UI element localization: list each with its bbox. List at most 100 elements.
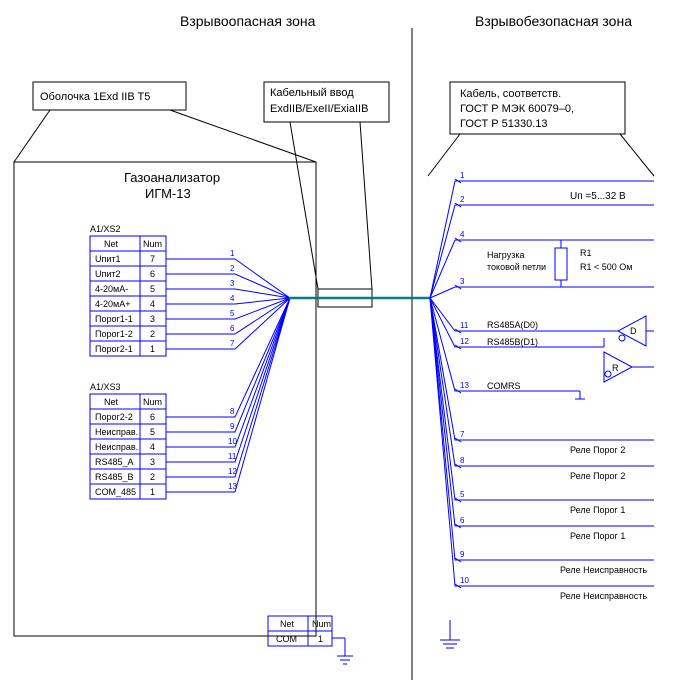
xs3-wires: 8 9 10 11 12 13 [166, 298, 290, 492]
zone-hazardous-label: Взрывоопасная зона [180, 13, 316, 29]
svg-text:RS485_A: RS485_A [95, 457, 134, 467]
svg-text:1: 1 [150, 487, 155, 497]
svg-text:D: D [630, 326, 637, 336]
svg-text:COMRS: COMRS [487, 381, 521, 391]
relay-ne-b: Реле Неисправность [560, 591, 647, 601]
cable-l3: ГОСТ Р 51330.13 [460, 118, 548, 130]
svg-text:6: 6 [230, 324, 235, 333]
analyzer-outline [14, 162, 316, 636]
svg-text:1: 1 [150, 344, 155, 354]
svg-text:11: 11 [460, 321, 469, 330]
relay-p2-b: Реле Порог 2 [570, 471, 625, 481]
relay-ne-a: Реле Неисправность [560, 565, 647, 575]
svg-text:RS485A(D0): RS485A(D0) [487, 320, 538, 330]
svg-text:5: 5 [230, 309, 235, 318]
svg-text:5: 5 [460, 490, 465, 499]
svg-text:Неисправ.: Неисправ. [95, 427, 138, 437]
svg-text:3: 3 [230, 279, 235, 288]
svg-text:Порог2-1: Порог2-1 [95, 344, 133, 354]
supply-label: Uп =5...32 В [570, 191, 626, 202]
gland-leader-l [290, 122, 318, 289]
svg-text:6: 6 [460, 516, 465, 525]
rs485-block: RS485A(D0) RS485B(D1) COMRS D R [487, 316, 654, 399]
zone-safe-label: Взрывобезопасная зона [475, 13, 632, 29]
xs2-ref: A1/XS2 [90, 224, 121, 234]
xs2-wires: 1 2 3 4 5 6 7 [166, 249, 290, 349]
svg-text:Num: Num [143, 397, 162, 407]
svg-text:токовой петли: токовой петли [487, 262, 546, 272]
svg-text:Net: Net [104, 239, 119, 249]
enclosure-leader-r [170, 110, 316, 162]
xs2-table: A1/XS2 Net Num Uпит1 7 Uпит2 6 4-20мА- 5 4-… [90, 224, 166, 356]
svg-text:1: 1 [230, 249, 235, 258]
svg-text:5: 5 [150, 284, 155, 294]
svg-text:12: 12 [460, 337, 469, 346]
relay-p1-a: Реле Порог 1 [570, 505, 625, 515]
svg-text:Порог1-1: Порог1-1 [95, 314, 133, 324]
svg-text:12: 12 [228, 467, 237, 476]
svg-text:Net: Net [280, 619, 295, 629]
cable-leader-l [428, 134, 460, 176]
svg-text:Num: Num [312, 619, 331, 629]
svg-text:RS485B(D1): RS485B(D1) [487, 337, 538, 347]
svg-text:Uпит2: Uпит2 [95, 269, 121, 279]
svg-text:1: 1 [460, 171, 465, 180]
relay-p1-b: Реле Порог 1 [570, 531, 625, 541]
svg-text:2: 2 [150, 472, 155, 482]
device-l2: ИГМ-13 [145, 186, 191, 201]
svg-text:4-20мА-: 4-20мА- [95, 284, 128, 294]
device-l1: Газоанализатор [124, 170, 220, 185]
svg-text:R1: R1 [580, 248, 592, 258]
svg-text:2: 2 [460, 195, 465, 204]
svg-text:2: 2 [150, 329, 155, 339]
svg-text:7: 7 [150, 254, 155, 264]
svg-text:2: 2 [230, 264, 235, 273]
svg-text:Неисправ.: Неисправ. [95, 442, 138, 452]
svg-text:13: 13 [228, 482, 237, 491]
svg-text:Num: Num [143, 239, 162, 249]
svg-text:4: 4 [230, 294, 235, 303]
svg-text:4: 4 [150, 299, 155, 309]
svg-text:R1 < 500 Ом: R1 < 500 Ом [580, 262, 632, 272]
svg-text:Uпит1: Uпит1 [95, 254, 121, 264]
current-loop-block: Нагрузка токовой петли R1 R1 < 500 Ом [487, 240, 632, 287]
safe-fanout: 1 2 4 3 11 12 13 7 8 5 6 9 10 [430, 171, 654, 586]
svg-text:3: 3 [150, 457, 155, 467]
relay-p2-a: Реле Порог 2 [570, 445, 625, 455]
svg-text:8: 8 [460, 456, 465, 465]
svg-text:Net: Net [104, 397, 119, 407]
svg-text:6: 6 [150, 412, 155, 422]
svg-text:9: 9 [460, 550, 465, 559]
svg-text:10: 10 [460, 576, 469, 585]
xs3-table: A1/XS3 Net Num Порог2-2 6 Неисправ. 5 Неис… [90, 382, 166, 499]
svg-text:4-20мА+: 4-20мА+ [95, 299, 130, 309]
svg-text:COM: COM [276, 634, 297, 644]
svg-text:4: 4 [150, 442, 155, 452]
gland-l1: Кабельный ввод [270, 87, 354, 99]
safe-ground [440, 620, 460, 648]
svg-text:7: 7 [230, 339, 235, 348]
svg-text:7: 7 [460, 430, 465, 439]
svg-text:4: 4 [460, 230, 465, 239]
xs3-ref: A1/XS3 [90, 382, 121, 392]
svg-text:Порог2-2: Порог2-2 [95, 412, 133, 422]
svg-text:RS485_B: RS485_B [95, 472, 134, 482]
svg-text:Порог1-2: Порог1-2 [95, 329, 133, 339]
cable-l1: Кабель, соответств. [460, 88, 561, 100]
svg-text:6: 6 [150, 269, 155, 279]
svg-text:5: 5 [150, 427, 155, 437]
cable-leader-r [620, 134, 654, 176]
gland-l2: ExdIIB/ExeII/ExiaIIB [270, 103, 368, 115]
cable-l2: ГОСТ Р МЭК 60079–0, [460, 103, 574, 115]
svg-text:1: 1 [318, 634, 323, 644]
svg-text:9: 9 [230, 422, 235, 431]
svg-text:13: 13 [460, 381, 469, 390]
svg-text:8: 8 [230, 407, 235, 416]
svg-text:3: 3 [150, 314, 155, 324]
svg-text:11: 11 [228, 452, 237, 461]
gland-leader-r [360, 122, 372, 289]
svg-text:COM_485: COM_485 [95, 487, 136, 497]
enclosure-leader-l [14, 110, 50, 162]
svg-text:R: R [612, 363, 619, 373]
svg-text:Нагрузка: Нагрузка [487, 250, 524, 260]
